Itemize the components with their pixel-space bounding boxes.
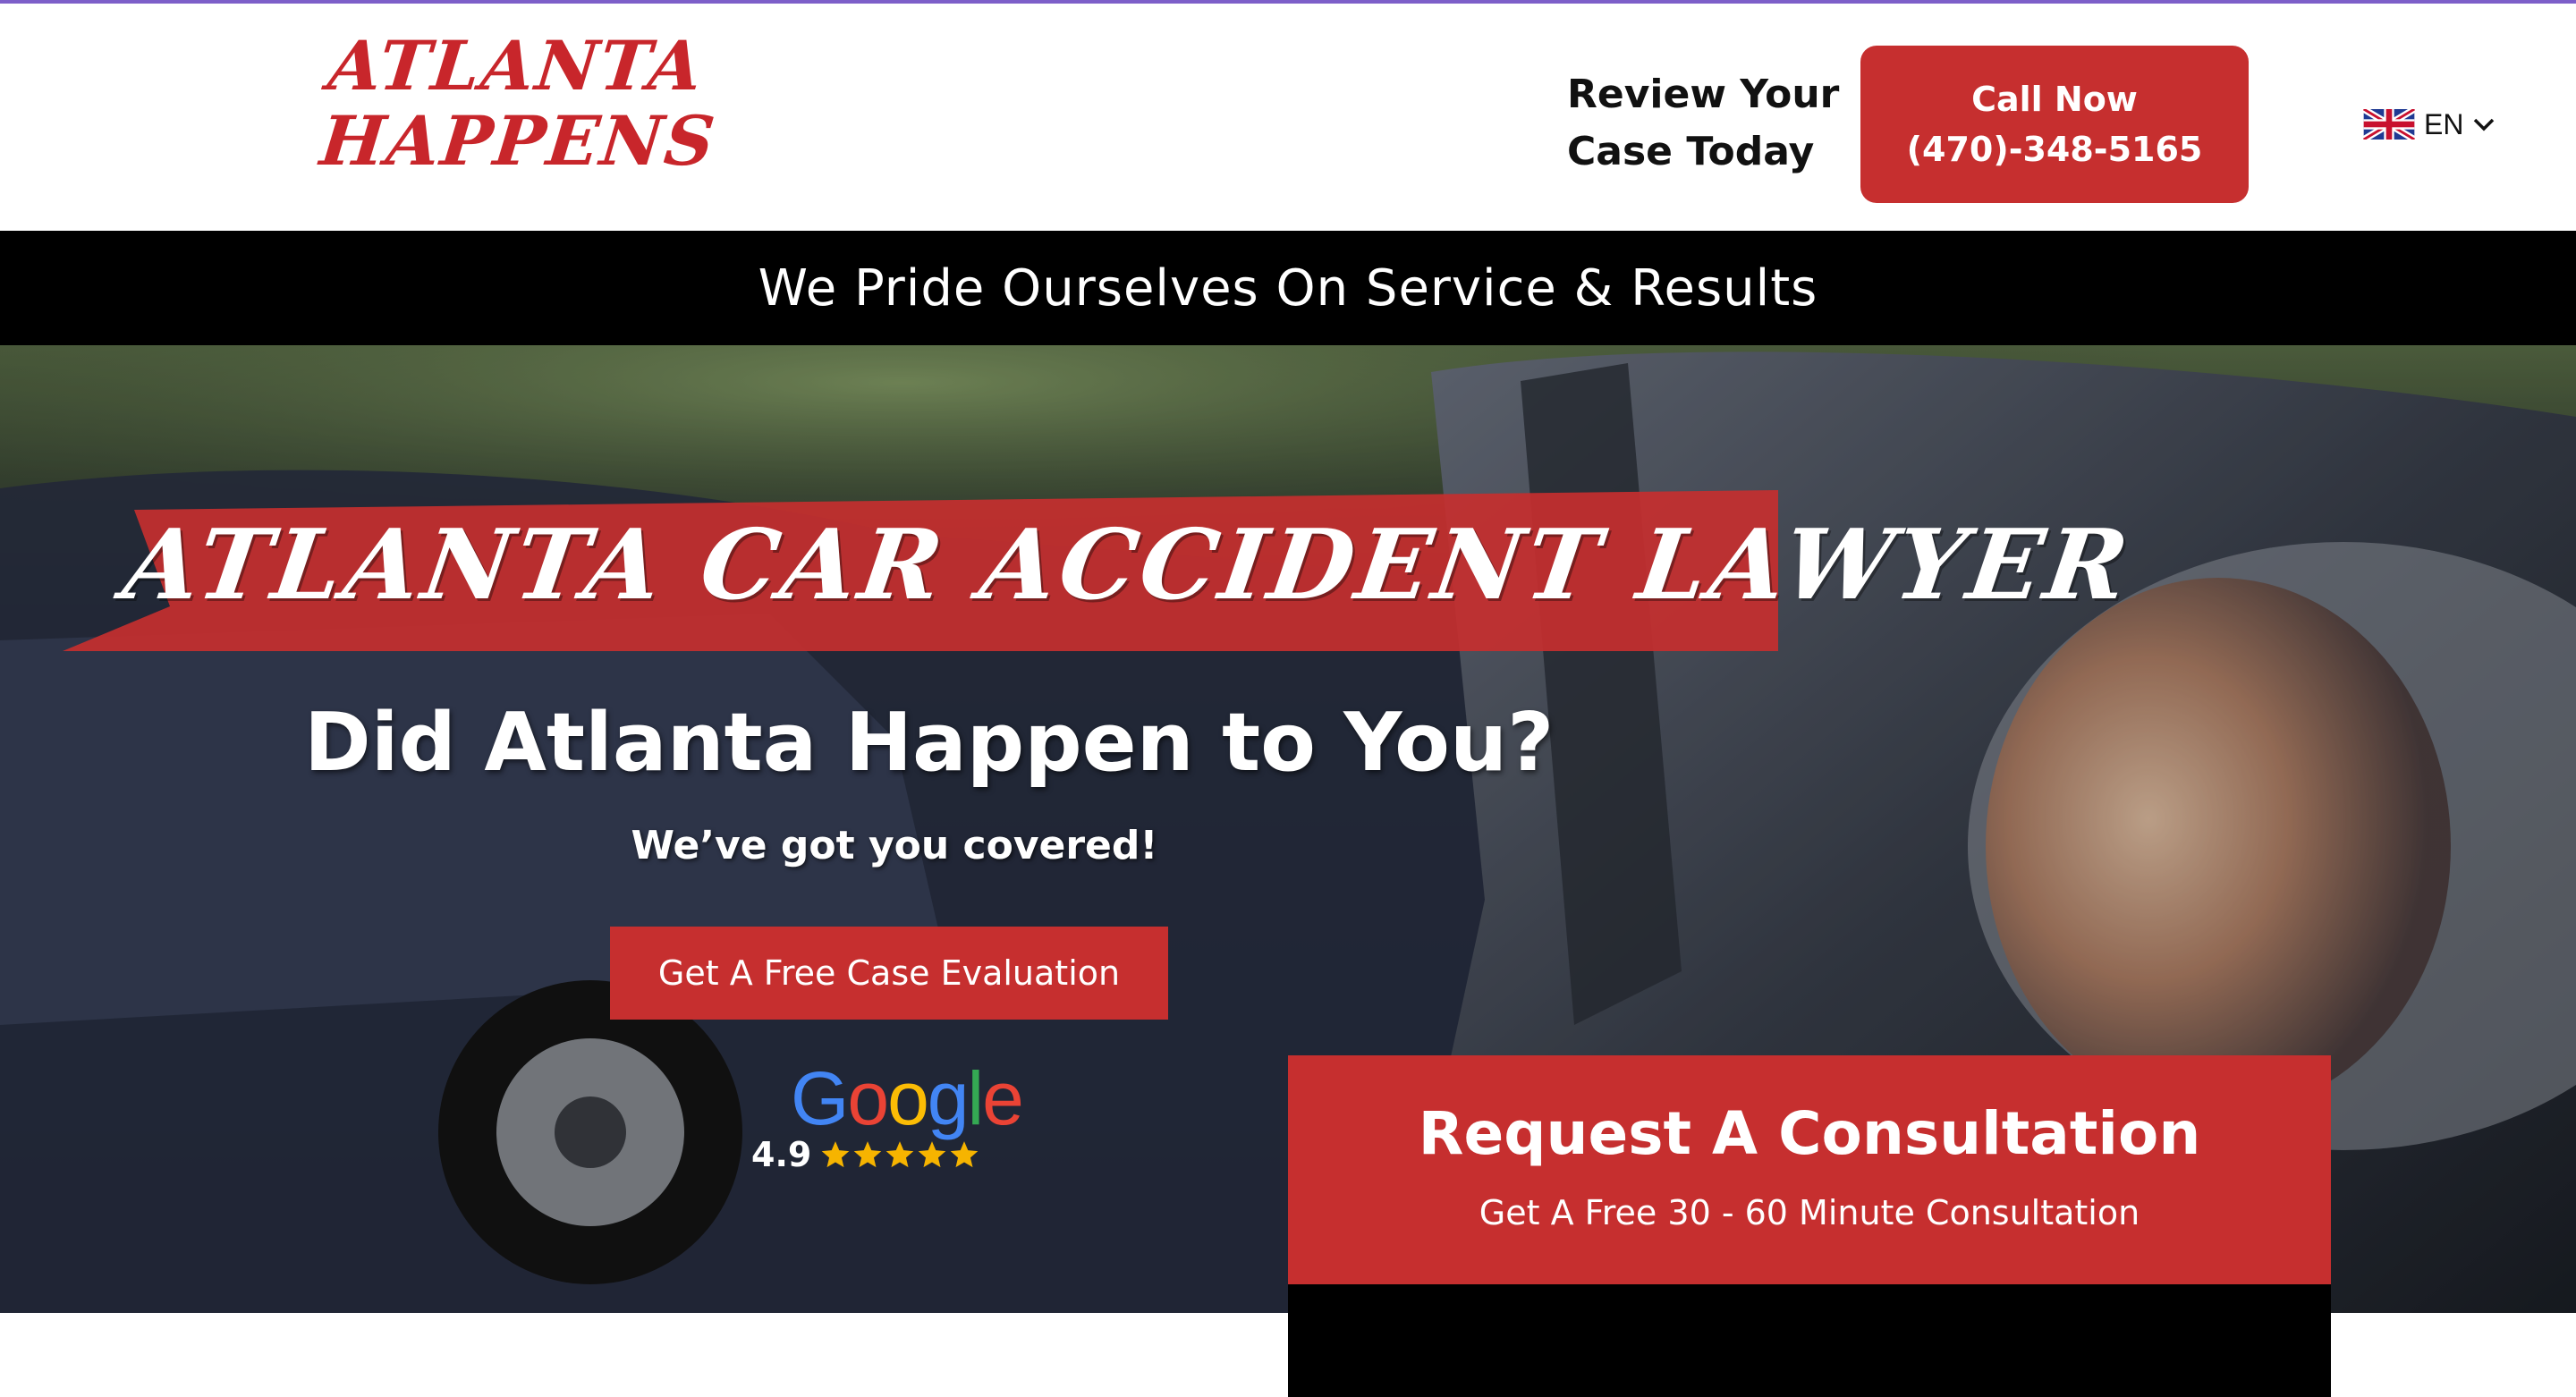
review-line-1: Review Your bbox=[1567, 72, 1840, 117]
logo-line-2: HAPPENS bbox=[317, 101, 720, 181]
review-line-2: Case Today bbox=[1567, 129, 1815, 174]
call-now-button[interactable]: Call Now (470)-348-5165 bbox=[1860, 46, 2249, 203]
site-logo[interactable]: ATLANTA HAPPENS bbox=[315, 26, 720, 199]
star-icon bbox=[919, 1141, 946, 1168]
google-rating-badge[interactable]: Google 4.9 bbox=[751, 1056, 1024, 1184]
hero-section: ATLANTA CAR ACCIDENT LAWYER Did Atlanta … bbox=[0, 345, 2576, 1313]
consultation-panel-header: Request A Consultation Get A Free 30 - 6… bbox=[1288, 1055, 2331, 1284]
free-case-evaluation-button[interactable]: Get A Free Case Evaluation bbox=[610, 927, 1168, 1020]
star-icon bbox=[854, 1141, 882, 1168]
hero-title: ATLANTA CAR ACCIDENT LAWYER bbox=[117, 509, 2139, 622]
consultation-title: Request A Consultation bbox=[1418, 1099, 2201, 1168]
rating-row: 4.9 bbox=[751, 1132, 979, 1177]
consultation-subtitle: Get A Free 30 - 60 Minute Consultation bbox=[1479, 1193, 2140, 1232]
call-now-label: Call Now bbox=[1971, 80, 2138, 119]
star-icon bbox=[886, 1141, 914, 1168]
hero-subheading: We’ve got you covered! bbox=[631, 823, 1158, 868]
star-icon bbox=[822, 1141, 850, 1168]
rating-stars bbox=[820, 1139, 979, 1170]
review-case-text: Review Your Case Today bbox=[1567, 66, 1840, 181]
chevron-down-icon bbox=[2474, 118, 2495, 131]
call-now-phone: (470)-348-5165 bbox=[1906, 130, 2203, 169]
site-header: ATLANTA HAPPENS Review Your Case Today C… bbox=[0, 4, 2576, 231]
consultation-form-panel bbox=[1288, 1284, 2331, 1397]
tagline-bar: We Pride Ourselves On Service & Results bbox=[0, 231, 2576, 345]
uk-flag-icon bbox=[2363, 109, 2415, 140]
star-icon bbox=[951, 1141, 979, 1168]
language-selector[interactable]: EN bbox=[2363, 107, 2496, 141]
rating-value: 4.9 bbox=[751, 1135, 812, 1174]
hero-heading: Did Atlanta Happen to You? bbox=[304, 696, 1555, 790]
language-code: EN bbox=[2424, 107, 2464, 140]
google-logo: Google bbox=[791, 1056, 1024, 1140]
logo-line-1: ATLANTA bbox=[324, 26, 708, 106]
